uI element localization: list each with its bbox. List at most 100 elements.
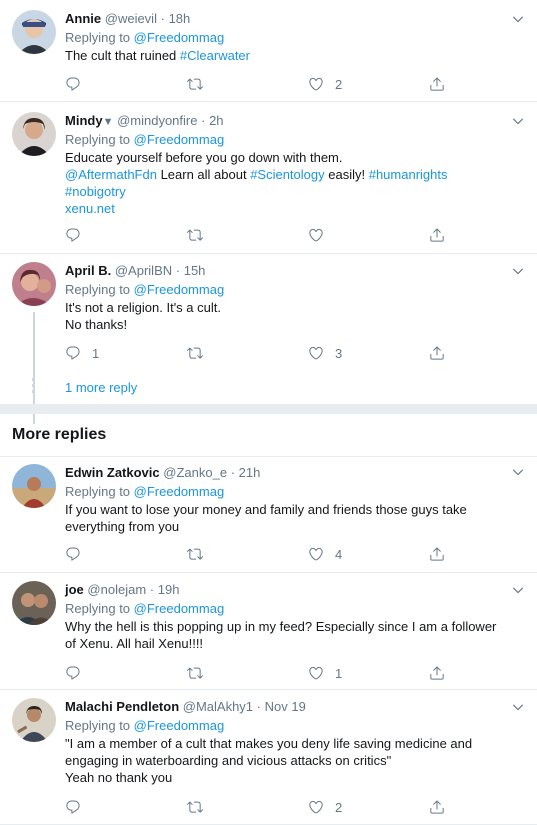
share-button[interactable] [429,225,445,245]
chevron-down-icon[interactable] [511,12,525,26]
avatar[interactable] [12,698,56,742]
share-icon [429,665,445,681]
reply-button[interactable]: 1 [65,343,99,363]
like-button[interactable]: 1 [308,663,342,683]
reply-tweet[interactable]: Edwin Zatkovic @Zanko_e · 21h Replying t… [0,457,537,573]
display-name[interactable]: April B. [65,263,111,278]
separator-dot: · [160,11,165,26]
reply-tweet[interactable]: Malachi Pendleton @MalAkhy1 · Nov 19 Rep… [0,690,537,825]
display-name[interactable]: joe [65,582,84,597]
reply-count: 1 [92,345,100,361]
avatar[interactable] [12,10,56,54]
tweet-text: Why the hell is this popping up in my fe… [65,618,507,652]
mention-link[interactable]: @AftermathFdn [65,167,157,182]
mention-link[interactable]: @Freedommag [134,601,225,616]
share-button[interactable] [429,544,445,564]
timestamp[interactable]: 2h [209,113,223,128]
like-button[interactable]: 4 [308,544,342,564]
separator-dot: · [175,263,181,278]
mention-link[interactable]: @Freedommag [134,282,225,297]
reply-tweet[interactable]: Mindy▼ @mindyonfire · 2h Replying to @Fr… [0,102,537,254]
reply-button[interactable] [65,663,92,683]
display-name[interactable]: Mindy [65,113,103,128]
share-icon [429,76,445,92]
reply-button[interactable] [65,74,92,94]
reply-tweet[interactable]: Annie @weievil · 18h Replying to @Freedo… [0,0,537,102]
reply-button[interactable] [65,225,92,245]
retweet-button[interactable] [187,225,214,245]
user-handle[interactable]: @mindyonfire [117,113,197,128]
share-button[interactable] [429,797,445,817]
share-icon [429,799,445,815]
retweet-icon [187,665,203,681]
tweet-header: Edwin Zatkovic @Zanko_e · 21h [65,464,507,482]
display-name[interactable]: Malachi Pendleton [65,699,179,714]
reply-button[interactable] [65,797,92,817]
text-line: "I am a member of a cult that makes you … [65,736,473,751]
timestamp[interactable]: 19h [158,582,180,597]
retweet-button[interactable] [187,343,214,363]
display-name[interactable]: Annie [65,11,101,26]
timestamp[interactable]: 21h [239,465,261,480]
retweet-button[interactable] [187,74,214,94]
hashtag-link[interactable]: #humanrights [369,167,448,182]
tweet-text: "I am a member of a cult that makes you … [65,735,507,786]
mention-link[interactable]: @Freedommag [134,484,225,499]
like-button[interactable] [308,225,335,245]
hashtag-link[interactable]: #nobigotry [65,184,126,199]
avatar[interactable] [12,464,56,508]
retweet-button[interactable] [187,544,214,564]
like-button[interactable]: 2 [308,74,342,94]
hashtag-link[interactable]: #Scientology [250,167,324,182]
chevron-down-icon[interactable] [511,700,525,714]
chevron-down-icon[interactable] [511,465,525,479]
replying-to: Replying to @Freedommag [65,599,507,618]
text-segment: The cult that ruined [65,48,180,63]
timestamp[interactable]: Nov 19 [265,699,306,714]
retweet-icon [187,546,203,562]
reply-icon [65,665,81,681]
retweet-button[interactable] [187,663,214,683]
mention-link[interactable]: @Freedommag [134,30,225,45]
heart-icon [308,76,324,92]
like-button[interactable]: 3 [308,343,342,363]
user-handle[interactable]: @nolejam [87,582,146,597]
retweet-button[interactable] [187,797,214,817]
timestamp[interactable]: 15h [184,263,206,278]
replying-to: Replying to @Freedommag [65,280,507,299]
tweet-text: If you want to lose your money and famil… [65,501,507,535]
heart-icon [308,227,324,243]
mention-link[interactable]: @Freedommag [134,718,225,733]
share-button[interactable] [429,343,445,363]
text-line: everything from you [65,519,180,534]
chevron-down-icon[interactable] [511,114,525,128]
bat-icon: ▼ [102,116,114,128]
display-name[interactable]: Edwin Zatkovic [65,465,160,480]
like-button[interactable]: 2 [308,797,342,817]
timestamp[interactable]: 18h [169,11,191,26]
user-handle[interactable]: @MalAkhy1 [183,699,253,714]
url-link[interactable]: xenu.net [65,201,115,216]
avatar[interactable] [12,262,56,306]
chevron-down-icon[interactable] [511,264,525,278]
replying-to: Replying to @Freedommag [65,716,507,735]
tweet-text: It's not a religion. It's a cult. No tha… [65,299,507,333]
reply-tweet[interactable]: joe @nolejam · 19h Replying to @Freedomm… [0,573,537,690]
avatar[interactable] [12,112,56,156]
more-replies-link[interactable]: 1 more reply [65,380,137,395]
hashtag-link[interactable]: #Clearwater [180,48,250,63]
separator-dot: · [230,465,236,480]
share-button[interactable] [429,663,445,683]
mention-link[interactable]: @Freedommag [134,132,225,147]
tweet-actions: 4 [65,544,460,564]
share-button[interactable] [429,74,445,94]
user-handle[interactable]: @Zanko_e [163,465,227,480]
reply-button[interactable] [65,544,92,564]
replying-label: Replying to [65,718,131,733]
text-line: engaging in waterboarding and vicious at… [65,753,392,768]
user-handle[interactable]: @AprilBN [115,263,172,278]
reply-icon [65,799,81,815]
user-handle[interactable]: @weievil [105,11,157,26]
chevron-down-icon[interactable] [511,583,525,597]
avatar[interactable] [12,581,56,625]
